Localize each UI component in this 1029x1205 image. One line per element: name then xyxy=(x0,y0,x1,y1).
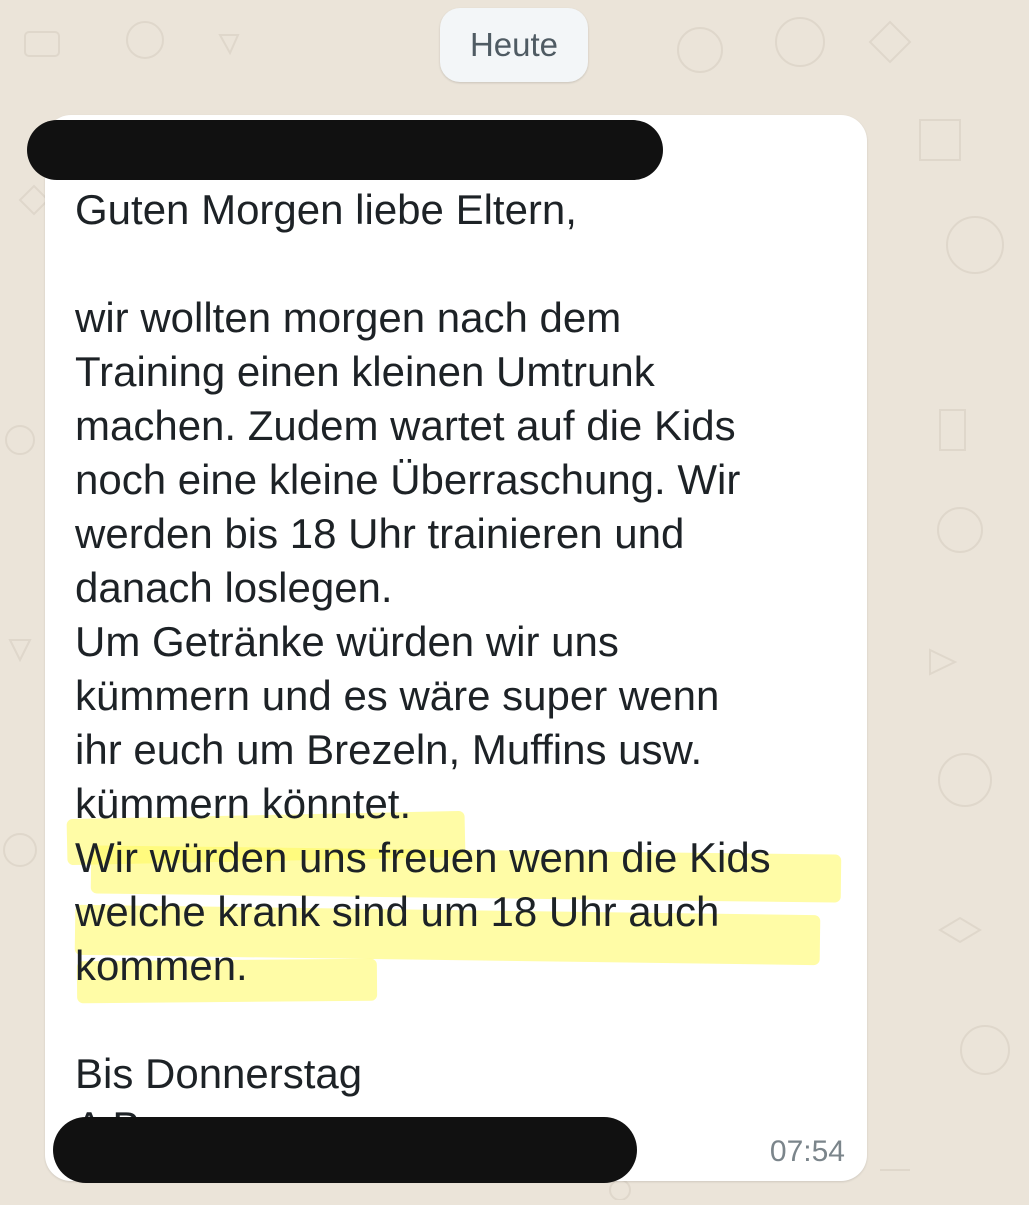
date-separator-label: Heute xyxy=(469,26,559,63)
message-bubble[interactable]: █████ Guten Morgen liebe Eltern, wir wol… xyxy=(27,115,867,1183)
redaction-bar-sender xyxy=(27,120,663,180)
redaction-bar-signature xyxy=(53,1117,637,1183)
message-body[interactable]: Guten Morgen liebe Eltern, wir wollten m… xyxy=(75,183,855,1101)
message-timestamp: 07:54 xyxy=(769,1135,845,1168)
date-separator-chip: Heute xyxy=(440,8,588,82)
